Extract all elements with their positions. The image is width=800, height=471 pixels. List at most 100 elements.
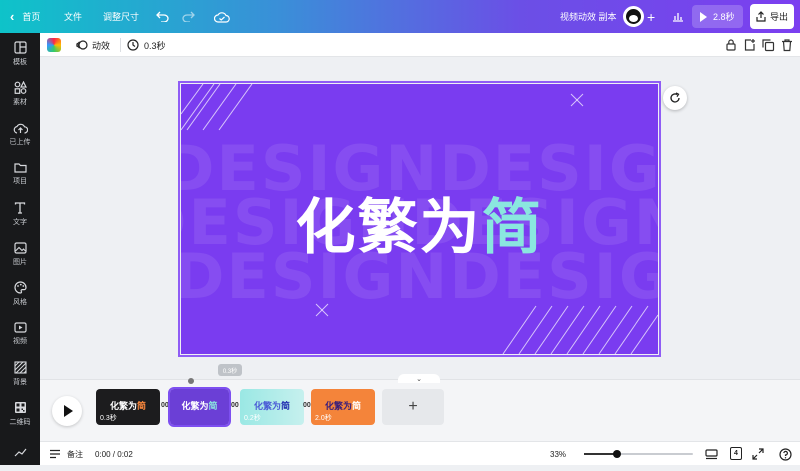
sidebar-item-uploads[interactable]: 已上传 — [0, 115, 40, 153]
redo-button[interactable] — [182, 0, 195, 33]
lock-icon — [726, 39, 736, 51]
sidebar-item-projects[interactable]: 项目 — [0, 155, 40, 193]
sidebar-item-label: 视频 — [13, 338, 27, 345]
sidebar-item-more[interactable] — [0, 433, 40, 471]
document-title[interactable]: 视频动效 副本 — [560, 0, 617, 33]
rotate-button[interactable] — [663, 86, 687, 110]
line-chart-icon — [14, 448, 26, 457]
playhead[interactable] — [188, 378, 194, 384]
design-slide[interactable]: DESIGNDESIGN DESIGNDESIGN DESIGNDESIGN 化… — [178, 81, 661, 357]
notes-button[interactable]: 备注 — [49, 442, 83, 466]
clip-title: 化繁为简 — [253, 401, 291, 411]
export-label: 导出 — [769, 12, 788, 22]
lock-button[interactable] — [724, 38, 738, 52]
template-icon — [13, 41, 27, 54]
top-bar: ‹ 首页 文件 调整尺寸 视频动效 副本 + 2.8秒 导出 — [0, 0, 800, 33]
clip-title: 化繁为简 — [324, 401, 362, 411]
timeline-clip[interactable]: 化繁为简 0.2秒 — [240, 389, 304, 425]
sidebar-item-label: 背景 — [13, 379, 27, 386]
qrcode-icon — [14, 402, 26, 413]
timeline-clip[interactable]: 化繁为简 0.3秒 — [96, 389, 160, 425]
fullscreen-button[interactable] — [751, 447, 765, 461]
add-page-button[interactable] — [743, 38, 757, 52]
sidebar-item-text[interactable]: 文字 — [0, 195, 40, 233]
duration-tooltip: 0.3秒 — [218, 364, 242, 376]
help-button[interactable] — [778, 447, 792, 461]
duplicate-icon — [762, 39, 775, 52]
transition-button[interactable]: 00 — [231, 402, 239, 409]
page-count-button[interactable]: 4 — [730, 447, 742, 460]
footer-bar: 备注 0:00 / 0:02 33% 4 — [40, 441, 800, 465]
layout-icon — [704, 448, 718, 459]
add-clip-button[interactable]: + — [382, 389, 444, 425]
sidebar-item-templates[interactable]: 模板 — [0, 35, 40, 73]
undo-button[interactable] — [156, 0, 169, 33]
slide-headline[interactable]: 化繁为简 — [181, 179, 658, 266]
clip-duration: 2.0秒 — [315, 415, 332, 422]
present-play-button[interactable]: 2.8秒 — [692, 5, 743, 28]
home-button[interactable]: ‹ 首页 — [10, 0, 40, 33]
left-sidebar: 模板 素材 已上传 项目 文字 图片 风格 视频 背景 二维码 — [0, 33, 40, 465]
plus-icon: + — [647, 8, 656, 25]
share-add-button[interactable]: + — [647, 0, 655, 33]
cloud-save-button[interactable] — [214, 0, 230, 33]
collapse-timeline-button[interactable]: ⌄ — [398, 374, 440, 383]
transition-button[interactable]: 00 — [303, 402, 311, 409]
headline-main: 化繁为 — [295, 193, 482, 263]
timeline-play-button[interactable] — [52, 396, 82, 426]
chevron-down-icon: ⌄ — [416, 375, 422, 383]
animate-button[interactable]: 动效 — [76, 33, 110, 57]
context-toolbar: 动效 0.3秒 — [40, 33, 800, 57]
grid-view-button[interactable] — [704, 447, 718, 461]
duration-button[interactable]: 0.3秒 — [127, 33, 166, 57]
rotate-icon — [670, 92, 680, 103]
animate-label: 动效 — [92, 40, 111, 51]
video-icon — [13, 322, 27, 333]
clip-duration: 0.2秒 — [244, 415, 261, 422]
help-icon — [778, 447, 792, 461]
sidebar-item-label: 素材 — [13, 99, 27, 106]
resize-button[interactable]: 调整尺寸 — [103, 0, 139, 33]
file-menu-button[interactable]: 文件 — [64, 0, 82, 33]
sidebar-item-label: 二维码 — [9, 419, 31, 426]
sidebar-item-elements[interactable]: 素材 — [0, 75, 40, 113]
folder-icon — [13, 163, 27, 173]
zoom-slider-handle[interactable] — [612, 450, 621, 458]
zoom-level: 33% — [550, 449, 567, 459]
background-icon — [13, 361, 27, 374]
expand-icon — [752, 448, 764, 460]
sidebar-item-styles[interactable]: 风格 — [0, 275, 40, 313]
chevron-left-icon: ‹ — [10, 9, 15, 24]
clip-duration: 0.3秒 — [100, 415, 117, 422]
sidebar-item-label: 已上传 — [9, 138, 31, 146]
image-icon — [13, 241, 27, 254]
duration-label: 0.3秒 — [144, 40, 166, 51]
notes-label: 备注 — [67, 449, 83, 459]
export-button[interactable]: 导出 — [750, 4, 794, 29]
insights-button[interactable] — [672, 0, 684, 33]
cloud-check-icon — [214, 11, 230, 23]
delete-button[interactable] — [780, 38, 794, 52]
sidebar-item-qrcode[interactable]: 二维码 — [0, 395, 40, 433]
sidebar-item-backgrounds[interactable]: 背景 — [0, 355, 40, 393]
play-icon — [700, 11, 707, 22]
zoom-slider[interactable] — [584, 450, 693, 458]
palette-icon — [13, 281, 27, 294]
divider — [120, 38, 121, 52]
elements-icon — [14, 81, 27, 94]
avatar[interactable] — [623, 6, 644, 27]
home-label: 首页 — [22, 12, 41, 22]
color-swatch-button[interactable] — [47, 38, 61, 52]
clock-icon — [127, 39, 139, 51]
animation-icon — [76, 40, 88, 50]
timeline-clip[interactable]: 化繁为简 2.0秒 — [311, 389, 375, 425]
timeline-clip-selected[interactable]: 化繁为简 — [168, 387, 231, 427]
time-display: 0:00 / 0:02 — [95, 449, 133, 459]
sidebar-item-label: 项目 — [13, 178, 27, 185]
undo-icon — [156, 11, 169, 22]
transition-button[interactable]: 00 — [161, 402, 169, 409]
duplicate-button[interactable] — [761, 38, 775, 52]
sidebar-item-videos[interactable]: 视频 — [0, 315, 40, 353]
sidebar-item-photos[interactable]: 图片 — [0, 235, 40, 273]
sidebar-item-label: 图片 — [13, 258, 27, 266]
